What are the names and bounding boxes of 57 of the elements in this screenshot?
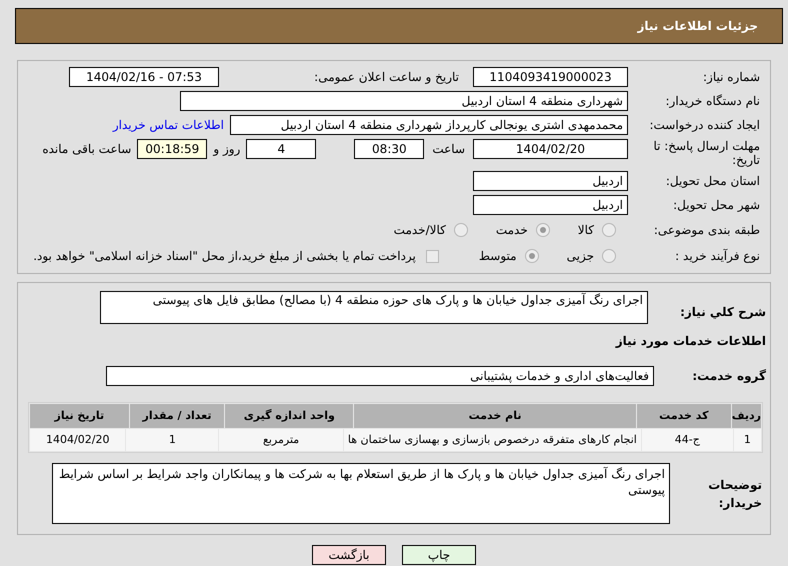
value-field: اردبیل <box>473 195 628 215</box>
value-field: اردبیل <box>473 171 628 191</box>
value-field: محمدمهدی اشتری یونجالی کارپرداز شهرداری منطقه 4 استان اردبیل <box>230 115 628 135</box>
field-label: روز و <box>213 141 240 158</box>
column-header: کد خدمت <box>636 404 731 428</box>
value-field: 08:30 <box>354 139 424 159</box>
value-field: 1404/02/16 - 07:53 <box>69 67 219 87</box>
column-header: تعداد / مقدار <box>130 404 224 428</box>
field-label: نام دستگاه خریدار: <box>664 94 760 108</box>
contact-link[interactable]: اطلاعات تماس خریدار <box>112 116 224 134</box>
table-cell: مترمربع <box>219 429 343 451</box>
column-header: ردیف <box>732 404 761 428</box>
action-button[interactable]: بازگشت <box>312 545 386 565</box>
field-label: ایجاد کننده درخواست: <box>648 118 760 132</box>
action-button[interactable]: چاپ <box>402 545 476 565</box>
value-field: 00:18:59 <box>137 139 208 159</box>
column-header: واحد اندازه گیری <box>225 404 354 428</box>
header-title: جزئیات اطلاعات نیاز <box>637 18 758 35</box>
column-header: نام خدمت <box>354 404 636 428</box>
radio-label: جزیی <box>566 248 594 265</box>
field-label: ساعت <box>432 141 465 158</box>
field-label: مهلت ارسال پاسخ: تا تاریخ: <box>652 139 760 167</box>
value-field: شهرداری منطقه 4 استان اردبیل <box>180 91 628 111</box>
table-cell: 1 <box>734 429 761 451</box>
value-field: 1404/02/20 <box>473 139 628 159</box>
description-textarea[interactable]: اجرای رنگ آمیزی جداول خیابان ها و پارک های حوزه منطقه 4 (با مصالح) مطابق فایل های پیوستی <box>100 291 648 324</box>
radio-button[interactable] <box>602 223 616 237</box>
radio-button[interactable] <box>524 249 539 263</box>
radio-button[interactable] <box>536 223 550 237</box>
field-label: شرح کلي نياز: <box>679 304 766 321</box>
radio-label: کالا <box>578 222 594 239</box>
field-label: طبقه بندی موضوعی: <box>652 223 760 237</box>
field-label: شهر محل تحویل: <box>672 198 760 212</box>
value-field: فعالیت‌های اداری و خدمات پشتیبانی <box>106 366 654 386</box>
radio-button[interactable] <box>454 223 468 237</box>
payment-note: پرداخت تمام یا بخشی از مبلغ خرید،از محل "اسناد خزانه اسلامی" خواهد بود. <box>33 248 416 265</box>
section-heading: اطلاعات خدمات مورد نياز <box>614 333 766 350</box>
radio-button[interactable] <box>602 249 616 263</box>
value-field: 4 <box>246 139 316 159</box>
field-label: شماره نیاز: <box>702 70 760 84</box>
field-label: تاریخ و ساعت اعلان عمومی: <box>313 70 459 84</box>
table-cell: 1 <box>126 429 218 451</box>
field-label: توضیحات خریدار: <box>707 476 763 512</box>
field-label: گروه خدمت: <box>691 368 766 385</box>
value-field: 1104093419000023 <box>473 67 628 87</box>
checkbox[interactable] <box>426 250 439 262</box>
field-label: استان محل تحویل: <box>664 174 760 188</box>
field-label: ساعت باقی مانده <box>42 141 132 158</box>
radio-label: کالا/خدمت <box>394 222 446 239</box>
table-cell: ج-44 <box>642 429 733 451</box>
notes-textarea[interactable]: اجرای رنگ آمیزی جداول خیابان ها و پارک ها از طریق استعلام بها به شرکت ها و پیمانکاران واجد شرایط بر اساس شرایط پیوستی <box>52 463 670 524</box>
table-cell: 1404/02/20 <box>30 429 126 451</box>
column-header: تاریخ نیاز <box>30 404 129 428</box>
field-label: نوع فرآیند خرید : <box>674 249 760 263</box>
radio-label: متوسط <box>478 248 517 265</box>
table-cell: انجام کارهای متفرقه درخصوص بازسازی و بهسازی ساختمان ها <box>344 429 641 451</box>
radio-label: خدمت <box>496 222 528 239</box>
